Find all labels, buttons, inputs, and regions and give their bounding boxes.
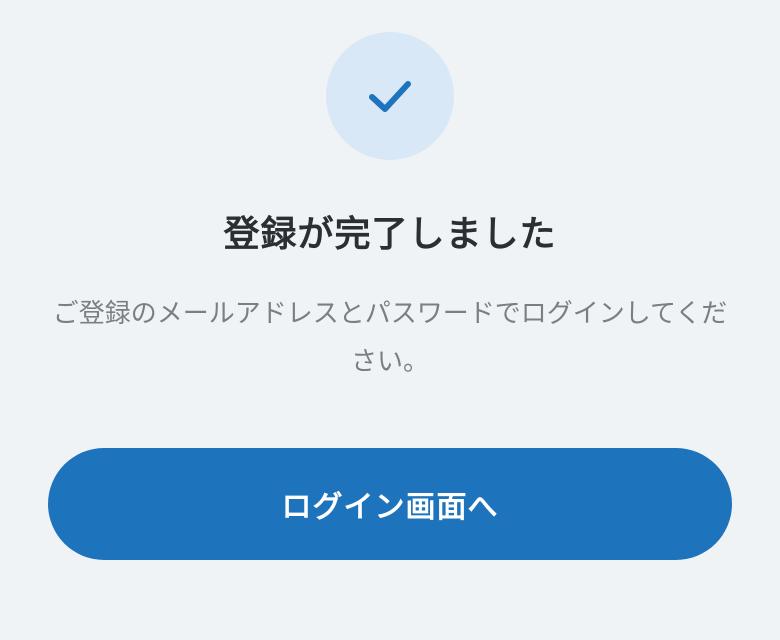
completion-message: ご登録のメールアドレスとパスワードでログインしてください。 <box>52 299 728 377</box>
go-to-login-button-label: ログイン画面へ <box>281 490 499 525</box>
page-title: 登録が完了しました <box>223 214 557 255</box>
go-to-login-button[interactable]: ログイン画面へ <box>48 448 732 560</box>
success-indicator <box>326 32 454 160</box>
checkmark-icon <box>369 81 411 112</box>
registration-complete-screen: 登録が完了しました ご登録のメールアドレスとパスワードでログインしてください。 … <box>0 0 780 640</box>
